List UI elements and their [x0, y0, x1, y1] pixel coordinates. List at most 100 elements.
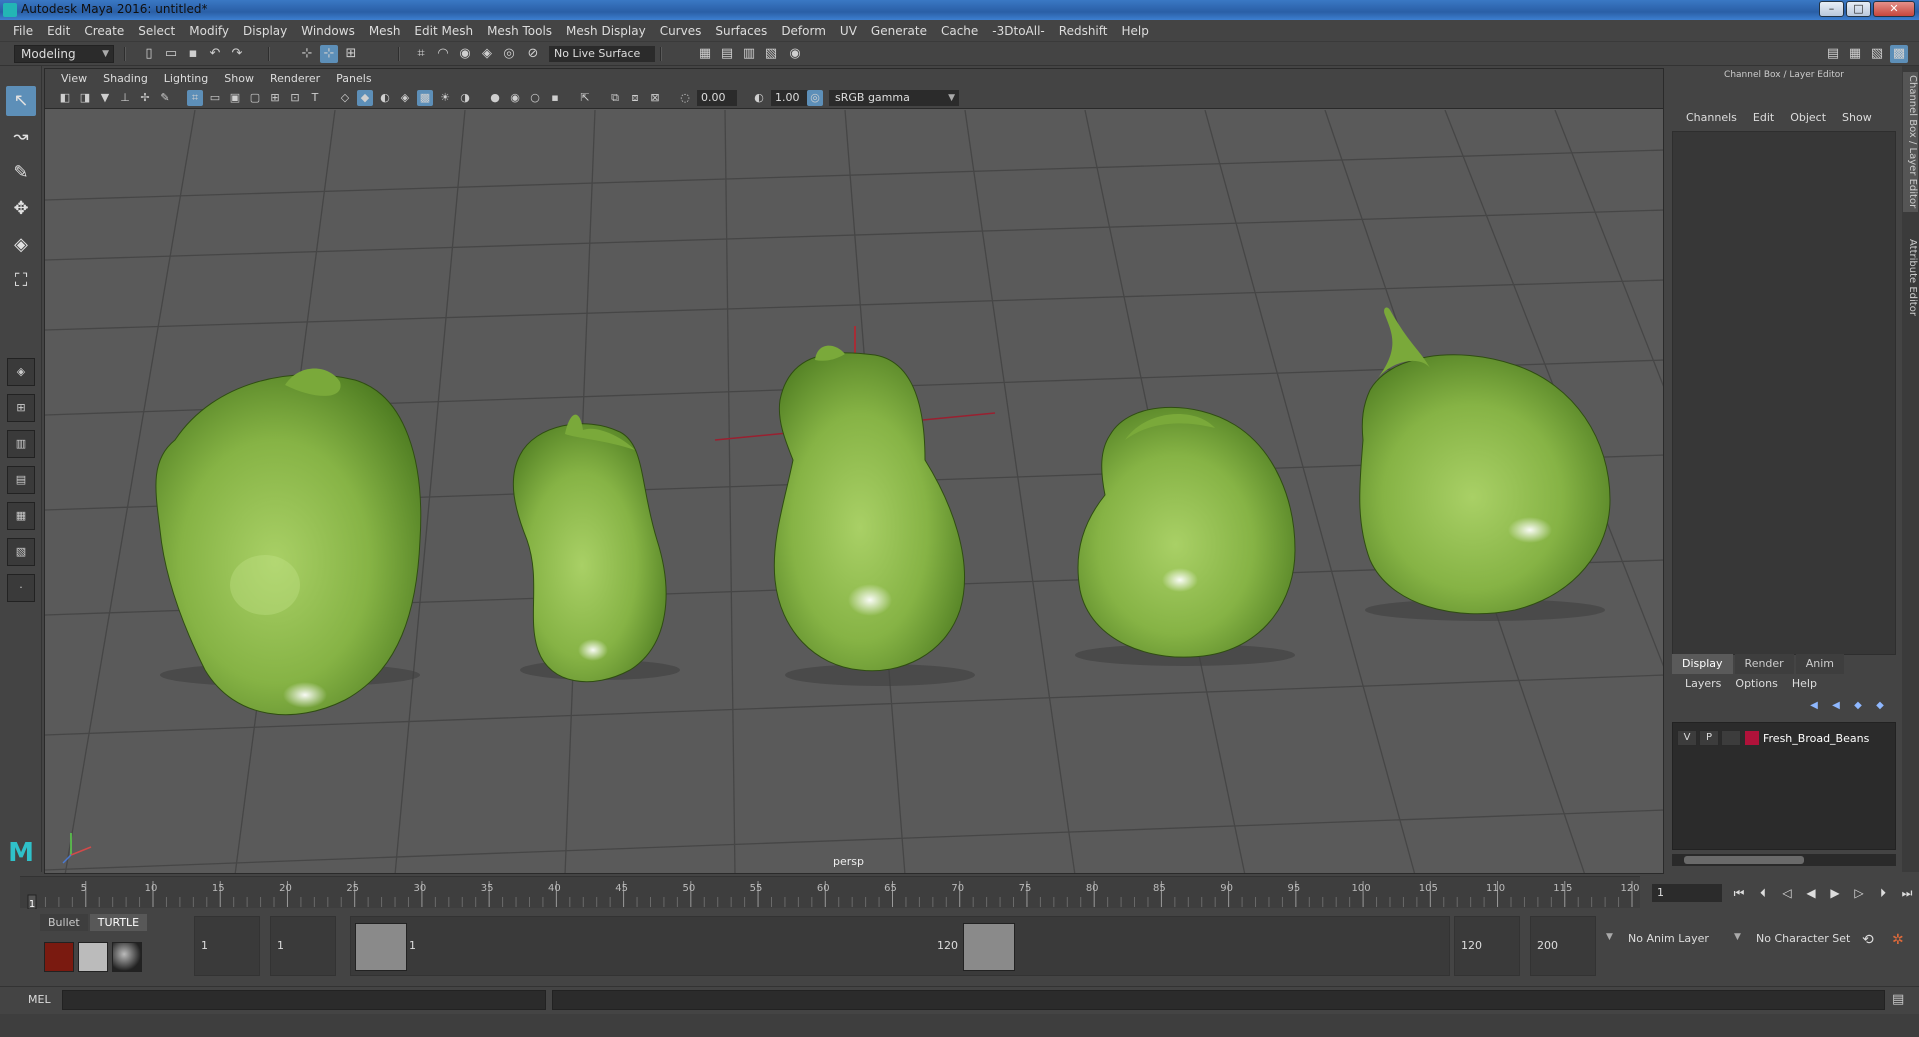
select-tool-icon[interactable]: ↖ [6, 86, 36, 116]
persp-graph-layout-icon[interactable]: ▥ [7, 430, 35, 458]
play-backward-icon[interactable]: ◀ [1802, 884, 1820, 902]
menu-generate[interactable]: Generate [864, 24, 934, 38]
menu-modify[interactable]: Modify [182, 24, 236, 38]
channel-box-area[interactable] [1672, 131, 1896, 655]
bean-1[interactable] [155, 368, 422, 716]
layer-menu-help[interactable]: Help [1785, 677, 1824, 695]
menu-3dtoall[interactable]: -3DtoAll- [985, 24, 1051, 38]
make-live-icon[interactable]: ⊘ [524, 45, 542, 63]
turtle-render-icon[interactable] [44, 942, 74, 972]
side-tab-channel-box[interactable]: Channel Box / Layer Editor [1903, 72, 1918, 212]
outliner-layout-icon[interactable]: ▧ [7, 538, 35, 566]
render-frame-icon[interactable]: ▤ [718, 45, 736, 63]
select-object-icon[interactable]: ⊹ [320, 45, 338, 63]
field-chart-icon[interactable]: ⊞ [267, 90, 283, 106]
grid-icon[interactable]: ⌗ [187, 90, 203, 106]
viewport-menu-show[interactable]: Show [216, 72, 262, 85]
open-scene-icon[interactable]: ▭ [162, 45, 180, 63]
shelf-tab-turtle[interactable]: TURTLE [89, 914, 148, 931]
isolate-select-icon[interactable]: ⇱ [577, 90, 593, 106]
move-layer-down-icon[interactable]: ◀ [1828, 700, 1844, 714]
playback-end-field[interactable]: 120 [1454, 916, 1520, 976]
current-frame-field[interactable]: 1 [1652, 884, 1722, 902]
move-tool-icon[interactable]: ✥ [6, 194, 36, 224]
layer-name[interactable]: Fresh_Broad_Beans [1763, 732, 1869, 745]
viewport-menu-shading[interactable]: Shading [95, 72, 156, 85]
use-all-lights-icon[interactable]: ☀ [437, 90, 453, 106]
layer-list-scrollbar[interactable] [1672, 854, 1896, 866]
tool-settings-toggle-icon[interactable]: ▧ [1868, 45, 1886, 63]
wireframe-on-shaded-icon[interactable]: ◈ [397, 90, 413, 106]
ipr-render-icon[interactable]: ▥ [740, 45, 758, 63]
layer-playback-toggle[interactable]: P [1699, 730, 1719, 746]
persp-outliner-layout-icon[interactable]: ▤ [7, 466, 35, 494]
menu-help[interactable]: Help [1114, 24, 1155, 38]
custom-layout-icon[interactable]: · [7, 574, 35, 602]
menu-windows[interactable]: Windows [294, 24, 362, 38]
gamma-icon[interactable]: ◐ [751, 90, 767, 106]
new-layer-icon[interactable]: ◆ [1850, 700, 1866, 714]
depth-of-field-icon[interactable]: ▪ [547, 90, 563, 106]
xray-joints-icon[interactable]: ⧈ [627, 90, 643, 106]
gate-mask-icon[interactable]: ▢ [247, 90, 263, 106]
range-end-handle[interactable] [963, 923, 1015, 971]
scrollbar-thumb[interactable] [1684, 856, 1804, 864]
select-component-icon[interactable]: ⊞ [342, 45, 360, 63]
menu-surfaces[interactable]: Surfaces [708, 24, 774, 38]
menu-mesh-display[interactable]: Mesh Display [559, 24, 653, 38]
chevron-down-icon[interactable]: ▼ [1606, 932, 1613, 942]
minimize-button[interactable]: – [1819, 1, 1844, 17]
menu-create[interactable]: Create [77, 24, 131, 38]
new-scene-icon[interactable]: ▯ [140, 45, 158, 63]
side-tab-attribute-editor[interactable]: Attribute Editor [1903, 232, 1918, 322]
paint-select-tool-icon[interactable]: ✎ [6, 158, 36, 188]
snap-view-plane-icon[interactable]: ◈ [478, 45, 496, 63]
shelf-tab-bullet[interactable]: Bullet [40, 914, 88, 931]
layer-menu-options[interactable]: Options [1728, 677, 1784, 695]
menu-edit[interactable]: Edit [40, 24, 77, 38]
menu-cache[interactable]: Cache [934, 24, 985, 38]
menu-edit-mesh[interactable]: Edit Mesh [407, 24, 480, 38]
bean-3[interactable] [773, 345, 975, 686]
anti-aliasing-icon[interactable]: ○ [527, 90, 543, 106]
go-to-end-icon[interactable]: ⏭ [1898, 884, 1916, 902]
screen-space-ao-icon[interactable]: ● [487, 90, 503, 106]
menu-file[interactable]: File [6, 24, 40, 38]
menu-curves[interactable]: Curves [653, 24, 709, 38]
viewport-menu-view[interactable]: View [53, 72, 95, 85]
smooth-shade-icon[interactable]: ◆ [357, 90, 373, 106]
lasso-tool-icon[interactable]: ↝ [6, 122, 36, 152]
new-layer-selected-icon[interactable]: ◆ [1872, 700, 1888, 714]
redo-icon[interactable]: ↷ [228, 45, 246, 63]
camera-attributes-icon[interactable]: ◨ [77, 90, 93, 106]
channel-menu-channels[interactable]: Channels [1678, 111, 1745, 129]
script-language-label[interactable]: MEL [28, 993, 51, 1006]
gamma-field[interactable]: 1.00 [771, 90, 811, 106]
xray-icon[interactable]: ⧉ [607, 90, 623, 106]
snap-grid-icon[interactable]: ⌗ [412, 45, 430, 63]
animation-end-field[interactable]: 200 [1530, 916, 1596, 976]
animation-start-field[interactable]: 1 [194, 916, 260, 976]
scale-tool-icon[interactable]: ⛶ [6, 266, 36, 296]
layer-visibility-toggle[interactable]: V [1677, 730, 1697, 746]
render-settings-icon[interactable]: ▦ [696, 45, 714, 63]
chevron-down-icon[interactable]: ▼ [1734, 932, 1741, 942]
exposure-icon[interactable]: ◌ [677, 90, 693, 106]
bean-2[interactable] [512, 414, 680, 683]
play-forward-icon[interactable]: ▶ [1826, 884, 1844, 902]
rotate-tool-icon[interactable]: ◈ [6, 230, 36, 260]
grease-pencil-icon[interactable]: ✎ [157, 90, 173, 106]
move-layer-up-icon[interactable]: ◀ [1806, 700, 1822, 714]
menu-set-dropdown[interactable]: Modeling ▼ [14, 45, 114, 63]
menu-uv[interactable]: UV [833, 24, 864, 38]
color-management-icon[interactable]: ◎ [807, 90, 823, 106]
safe-action-icon[interactable]: ⊡ [287, 90, 303, 106]
menu-mesh-tools[interactable]: Mesh Tools [480, 24, 559, 38]
channel-menu-object[interactable]: Object [1782, 111, 1834, 129]
snap-point-icon[interactable]: ◉ [456, 45, 474, 63]
menu-deform[interactable]: Deform [774, 24, 833, 38]
animation-preferences-icon[interactable]: ✲ [1892, 932, 1904, 948]
render-view-icon[interactable]: ▧ [762, 45, 780, 63]
layer-row[interactable]: V P Fresh_Broad_Beans [1677, 729, 1891, 747]
tab-display[interactable]: Display [1672, 654, 1733, 674]
